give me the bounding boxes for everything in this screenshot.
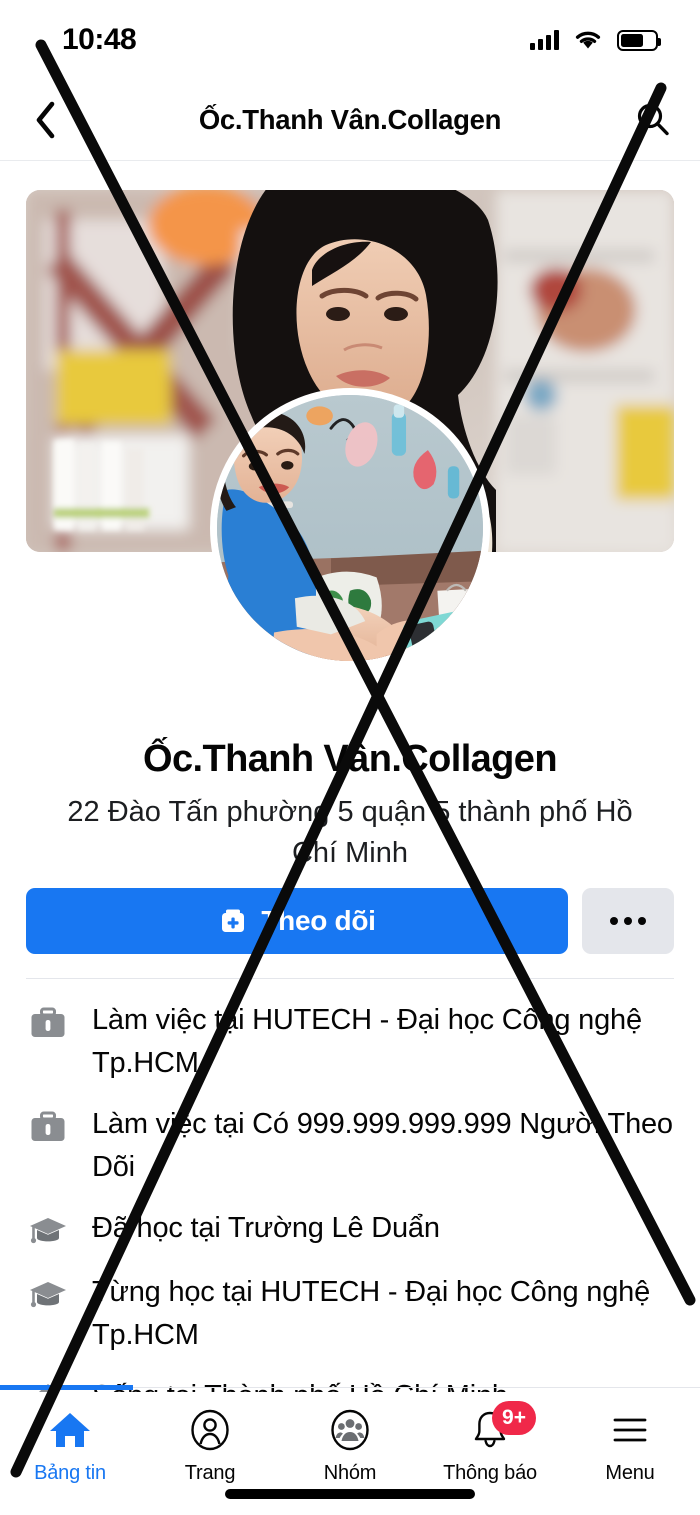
list-item[interactable]: Từng học tại HUTECH - Đại học Công nghệ …: [26, 1262, 674, 1366]
list-item[interactable]: Làm việc tại HUTECH - Đại học Công nghệ …: [26, 990, 674, 1094]
profile-name: Ốc.Thanh Vân.Collagen: [143, 738, 558, 780]
profile-action-row: Theo dõi: [26, 888, 674, 954]
nav-tab-label: Nhóm: [323, 1462, 377, 1484]
notification-badge: 9+: [492, 1401, 536, 1435]
more-dots-icon: [638, 917, 646, 925]
bell-icon: 9+: [465, 1401, 536, 1455]
follow-plus-icon: [222, 909, 245, 932]
status-indicators: [530, 29, 661, 51]
list-item[interactable]: Làm việc tại Có 999.999.999.999 Người Th…: [26, 1094, 674, 1198]
page-title: Ốc.Thanh Vân.Collagen: [198, 104, 502, 135]
more-dots-icon: [624, 917, 632, 925]
avatar-image: [217, 395, 483, 661]
list-item-label: Làm việc tại Có 999.999.999.999 Người Th…: [92, 1108, 673, 1183]
back-button[interactable]: [24, 98, 68, 142]
list-item[interactable]: Đã học tại Trường Lê Duẩn: [26, 1198, 674, 1262]
list-item-label: Từng học tại HUTECH - Đại học Công nghệ …: [92, 1276, 651, 1351]
list-item-label: Đã học tại Trường Lê Duẩn: [92, 1212, 440, 1244]
briefcase-icon: [26, 1001, 70, 1045]
app-header: Ốc.Thanh Vân.Collagen: [0, 80, 700, 161]
nav-tab-label: Thông báo: [443, 1462, 537, 1484]
search-icon: [637, 103, 669, 136]
cellular-signal-icon: [530, 30, 559, 50]
nav-tab-groups[interactable]: Nhóm: [280, 1392, 420, 1485]
nav-tab-feed[interactable]: Bảng tin: [0, 1392, 140, 1485]
briefcase-icon: [26, 1105, 70, 1149]
follow-button-label: Theo dõi: [261, 905, 376, 936]
chevron-left-icon: [36, 101, 55, 139]
more-dots-icon: [610, 917, 618, 925]
nav-tab-label: Trang: [184, 1462, 236, 1484]
section-divider: [26, 978, 674, 979]
more-options-button[interactable]: [582, 888, 674, 954]
nav-tab-label: Bảng tin: [34, 1462, 106, 1484]
groups-icon: [325, 1405, 375, 1455]
follow-button[interactable]: Theo dõi: [26, 888, 568, 954]
pages-profile-icon: [185, 1405, 235, 1455]
nav-tab-menu[interactable]: Menu: [560, 1392, 700, 1485]
home-indicator: [225, 1489, 475, 1499]
search-button[interactable]: [630, 97, 676, 143]
nav-tab-notifications[interactable]: 9+ Thông báo: [420, 1392, 560, 1485]
graduation-cap-icon: [26, 1209, 70, 1253]
bottom-nav-divider: [133, 1387, 700, 1388]
nav-tab-label: Menu: [605, 1462, 655, 1484]
wifi-icon: [575, 31, 601, 49]
scroll-progress-indicator: [0, 1385, 133, 1390]
profile-info-list: Làm việc tại HUTECH - Đại học Công nghệ …: [26, 990, 674, 1430]
list-item-label: Làm việc tại HUTECH - Đại học Công nghệ …: [92, 1004, 642, 1079]
home-icon: [45, 1405, 95, 1455]
graduation-cap-icon: [26, 1273, 70, 1317]
nav-tab-pages[interactable]: Trang: [140, 1392, 280, 1485]
battery-icon: [617, 29, 661, 51]
profile-address: 22 Đào Tấn phường 5 quận 5 thành phố Hồ …: [67, 796, 633, 869]
status-bar: 10:48: [0, 0, 700, 80]
status-time: 10:48: [62, 23, 137, 56]
avatar[interactable]: [210, 388, 490, 668]
phone-screen: 10:48 Ốc.Thanh Vân.Collagen Ốc.Thanh Vân…: [0, 0, 700, 1515]
hamburger-menu-icon: [605, 1405, 655, 1455]
